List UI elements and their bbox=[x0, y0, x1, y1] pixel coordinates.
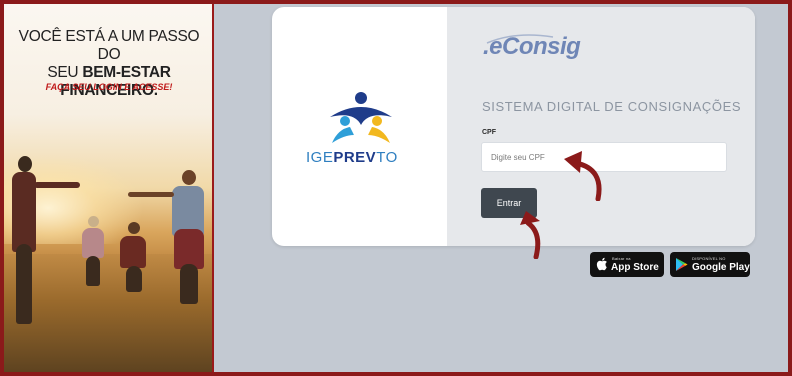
login-card: IGEPREVTO .eConsig SISTEMA DIGITAL DE CO… bbox=[272, 7, 755, 246]
app-store-label: App Store bbox=[611, 262, 659, 273]
system-title: SISTEMA DIGITAL DE CONSIGNAÇÕES bbox=[482, 99, 742, 114]
igeprevto-wordmark: IGEPREVTO bbox=[306, 149, 398, 166]
logo-part-1: IGE bbox=[306, 149, 334, 166]
app-store-badge[interactable]: Baixar na App Store bbox=[590, 252, 664, 277]
google-play-icon bbox=[676, 258, 688, 271]
app-store-small-label: Baixar na bbox=[612, 256, 631, 261]
apple-icon bbox=[596, 257, 607, 271]
google-play-small-label: DISPONÍVEL NO bbox=[692, 256, 726, 261]
logo-part-3: TO bbox=[376, 149, 398, 166]
brand-panel: IGEPREVTO bbox=[272, 7, 447, 246]
banner-divider bbox=[212, 4, 214, 372]
econsig-logo: .eConsig bbox=[483, 33, 581, 60]
igeprevto-logo-icon bbox=[330, 92, 392, 143]
cpf-label: CPF bbox=[482, 129, 496, 136]
headline-line-1: VOCÊ ESTÁ A UM PASSO DO bbox=[18, 28, 200, 63]
headline-line-2-regular: SEU bbox=[47, 64, 83, 81]
google-play-label: Google Play bbox=[692, 262, 750, 273]
google-play-badge[interactable]: DISPONÍVEL NO Google Play bbox=[670, 252, 750, 277]
promo-banner: VOCÊ ESTÁ A UM PASSO DO SEU BEM-ESTAR FI… bbox=[4, 4, 212, 372]
logo-part-2: PREV bbox=[333, 149, 377, 166]
banner-cta: FAÇA SEU LOGIN E ACESSE! bbox=[45, 82, 173, 92]
page-frame: VOCÊ ESTÁ A UM PASSO DO SEU BEM-ESTAR FI… bbox=[4, 4, 788, 372]
arrow-annotation-icon bbox=[564, 151, 602, 201]
login-form-panel: .eConsig SISTEMA DIGITAL DE CONSIGNAÇÕES… bbox=[447, 7, 755, 246]
arrow-annotation-icon bbox=[520, 211, 541, 259]
